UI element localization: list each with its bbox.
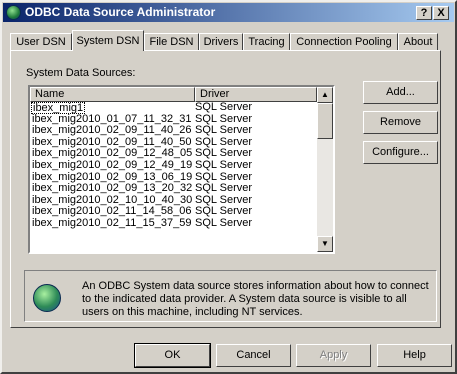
add-button[interactable]: Add... — [363, 81, 438, 104]
ok-button[interactable]: OK — [134, 343, 211, 368]
cancel-button[interactable]: Cancel — [216, 344, 291, 367]
odbc-globe-icon — [33, 284, 61, 312]
scroll-thumb[interactable] — [317, 103, 333, 139]
system-data-sources-label: System Data Sources: — [26, 67, 136, 79]
info-groupbox: An ODBC System data source stores inform… — [24, 270, 437, 322]
dsn-driver: SQL Server — [195, 216, 253, 229]
odbc-dialog-window: ODBC Data Source Administrator ? X User … — [0, 0, 457, 374]
tab-connection-pooling[interactable]: Connection Pooling — [290, 33, 398, 50]
dsn-name: ibex_mig2010_02_09_13_20_32 — [32, 182, 193, 195]
arrow-down-icon[interactable]: ▼ — [317, 236, 333, 252]
info-text: An ODBC System data source stores inform… — [82, 280, 429, 318]
data-source-rows: ibex_mig1 SQL Server ibex_mig2010_01_07_1… — [30, 101, 317, 230]
window-title: ODBC Data Source Administrator — [25, 5, 216, 19]
column-header-name[interactable]: Name — [30, 87, 195, 102]
dsn-driver: SQL Server — [195, 182, 253, 195]
arrow-up-icon[interactable]: ▲ — [317, 87, 333, 103]
system-data-sources-list[interactable]: Name Driver ibex_mig1 SQL Server ibex_mig… — [28, 85, 335, 254]
list-item[interactable]: ibex_mig2010_02_11_15_37_59 SQL Server — [30, 216, 317, 230]
dsn-name: ibex_mig2010_02_09_12_49_19 — [32, 158, 193, 171]
close-title-button[interactable]: X — [433, 6, 449, 20]
configure-button[interactable]: Configure... — [363, 141, 438, 164]
title-bar[interactable]: ODBC Data Source Administrator ? X — [3, 3, 454, 22]
dsn-driver: SQL Server — [195, 101, 253, 113]
list-item[interactable]: ibex_mig2010_02_09_12_49_19 SQL Server — [30, 158, 317, 172]
vertical-scrollbar[interactable]: ▲ ▼ — [317, 87, 333, 252]
list-item[interactable]: ibex_mig1 SQL Server — [30, 101, 317, 114]
remove-button[interactable]: Remove — [363, 111, 438, 134]
dsn-driver: SQL Server — [195, 158, 253, 171]
tab-system-dsn[interactable]: System DSN — [72, 30, 144, 51]
odbc-globe-icon — [6, 5, 21, 20]
tab-about[interactable]: About — [398, 33, 438, 50]
help-button[interactable]: Help — [377, 344, 452, 367]
list-item[interactable]: ibex_mig2010_02_09_13_20_32 SQL Server — [30, 183, 317, 195]
apply-button[interactable]: Apply — [296, 344, 371, 367]
tab-file-dsn[interactable]: File DSN — [144, 33, 199, 50]
dsn-name: ibex_mig2010_02_11_15_37_59 — [32, 216, 192, 229]
column-header-driver[interactable]: Driver — [195, 87, 317, 102]
tab-tracing[interactable]: Tracing — [243, 33, 290, 50]
tab-drivers[interactable]: Drivers — [199, 33, 243, 50]
help-title-button[interactable]: ? — [416, 6, 432, 20]
tab-user-dsn[interactable]: User DSN — [10, 33, 72, 50]
